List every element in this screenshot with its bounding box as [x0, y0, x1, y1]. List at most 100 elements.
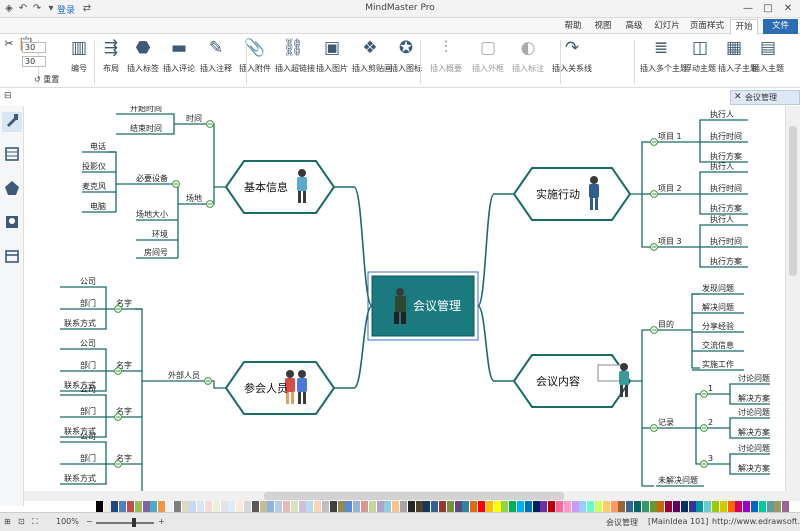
ribbon-button-1[interactable]: ▦ 插入子主题: [718, 37, 758, 85]
palette-swatch[interactable]: [400, 501, 407, 512]
ribbon-button-17[interactable]: ▥ 编号: [64, 37, 94, 85]
tab-0[interactable]: 文件: [763, 19, 798, 34]
palette-swatch[interactable]: [173, 501, 181, 512]
topic-label[interactable]: 部门: [80, 406, 96, 416]
fullscreen-icon[interactable]: ⛶: [32, 517, 38, 527]
topic-label[interactable]: 项目 2: [658, 184, 682, 193]
topic-label[interactable]: 发现问题: [702, 283, 734, 293]
pin-icon[interactable]: ⊟: [4, 91, 12, 101]
topic-label[interactable]: 基本信息: [244, 180, 288, 194]
tab-4[interactable]: 高级: [620, 19, 648, 34]
maximize-button[interactable]: □: [760, 2, 776, 15]
palette-swatch[interactable]: [587, 501, 595, 512]
palette-swatch[interactable]: [407, 501, 415, 512]
palette-swatch[interactable]: [212, 501, 220, 512]
palette-swatch[interactable]: [298, 501, 306, 512]
topic-label[interactable]: 公司: [80, 277, 96, 286]
palette-swatch[interactable]: [329, 501, 337, 512]
palette-swatch[interactable]: [181, 501, 189, 512]
topic-label[interactable]: 会议内容: [536, 374, 580, 388]
topic-label[interactable]: 部门: [80, 298, 96, 308]
palette-swatch[interactable]: [275, 501, 283, 512]
palette-swatch[interactable]: [384, 501, 392, 512]
doc-tab-meeting[interactable]: ✕ 会议管理: [730, 90, 800, 105]
task-panel-icon[interactable]: [2, 248, 22, 268]
zoom-slider-handle[interactable]: [132, 518, 136, 527]
topic-label[interactable]: 房间号: [144, 247, 168, 257]
palette-swatch[interactable]: [158, 501, 166, 512]
palette-swatch[interactable]: [618, 501, 626, 512]
ribbon-button-10[interactable]: ▣ 插入图片: [314, 37, 350, 85]
topic-label[interactable]: 会议管理: [413, 298, 461, 313]
palette-swatch[interactable]: [758, 501, 766, 512]
topic-label[interactable]: 联系方式: [64, 318, 96, 328]
zoom-in-button[interactable]: +: [158, 517, 165, 526]
palette-swatch[interactable]: [735, 501, 743, 512]
topic-label[interactable]: 记录: [658, 418, 674, 427]
topic-label[interactable]: 实施工作: [702, 359, 734, 369]
ribbon-button-7[interactable]: ⫶ 插入概要: [428, 37, 464, 85]
palette-swatch[interactable]: [595, 501, 602, 512]
clipart-panel-icon[interactable]: [2, 180, 22, 200]
ribbon-button-9[interactable]: ❖ 插入剪贴画: [352, 37, 392, 85]
palette-swatch[interactable]: [485, 501, 493, 512]
palette-swatch[interactable]: [142, 501, 150, 512]
palette-swatch[interactable]: [103, 501, 111, 512]
palette-swatch[interactable]: [626, 501, 634, 512]
ribbon-button-5[interactable]: ◐ 插入标注: [510, 37, 546, 85]
palette-swatch[interactable]: [220, 501, 228, 512]
palette-swatch[interactable]: [774, 501, 782, 512]
palette-swatch[interactable]: [361, 501, 368, 512]
topic-label[interactable]: 讨论问题: [738, 443, 770, 453]
palette-swatch[interactable]: [392, 501, 400, 512]
palette-swatch[interactable]: [493, 501, 501, 512]
palette-swatch[interactable]: [345, 501, 353, 512]
horizontal-spacing-input[interactable]: 30: [22, 42, 46, 53]
palette-swatch[interactable]: [563, 501, 571, 512]
topic-label[interactable]: 目的: [658, 319, 674, 329]
palette-swatch[interactable]: [704, 501, 712, 512]
palette-swatch[interactable]: [368, 501, 376, 512]
palette-swatch[interactable]: [524, 501, 532, 512]
topic-label[interactable]: 场地大小: [136, 209, 168, 219]
palette-swatch[interactable]: [571, 501, 579, 512]
palette-swatch[interactable]: [306, 501, 314, 512]
palette-swatch[interactable]: [727, 501, 735, 512]
ribbon-button-13[interactable]: ✎ 插入注释: [198, 37, 234, 85]
ribbon-button-11[interactable]: ⛓ 插入超链接: [275, 37, 315, 85]
page-view-icon[interactable]: ⊞: [4, 517, 11, 526]
ribbon-button-4[interactable]: ↷ 插入关系线: [552, 37, 592, 85]
topic-label[interactable]: 环境: [152, 229, 168, 239]
topic-label[interactable]: 参会人员: [244, 381, 288, 395]
mindmap-canvas[interactable]: 会议管理 基本信息 参会人员 实施行动 会议内容 时间 开始时间 结束时间 场地 必要设备 电话 投影…: [24, 106, 784, 491]
palette-swatch[interactable]: [712, 501, 719, 512]
status-url[interactable]: http://www.edrawsoft.cn: [712, 517, 800, 526]
topic-label[interactable]: 分享经验: [702, 321, 734, 331]
palette-swatch[interactable]: [166, 501, 173, 512]
palette-swatch[interactable]: [540, 501, 548, 512]
tab-6[interactable]: 帮助: [560, 19, 586, 34]
palette-swatch[interactable]: [719, 501, 727, 512]
ribbon-button-3[interactable]: ≣ 插入多个主题: [640, 37, 688, 85]
topic-label[interactable]: 公司: [80, 385, 96, 394]
ribbon-button-8[interactable]: ✪ 插入图标: [388, 37, 424, 85]
palette-swatch[interactable]: [290, 501, 298, 512]
outline-panel-icon[interactable]: [2, 146, 22, 166]
palette-swatch[interactable]: [517, 501, 524, 512]
horizontal-scrollbar[interactable]: [24, 491, 800, 501]
horizontal-scroll-thumb[interactable]: [264, 492, 564, 500]
topic-label[interactable]: 解决方案: [738, 393, 770, 403]
topic-label[interactable]: 执行时间: [710, 131, 742, 141]
palette-swatch[interactable]: [337, 501, 345, 512]
palette-swatch[interactable]: [127, 501, 134, 512]
palette-swatch[interactable]: [657, 501, 665, 512]
topic-label[interactable]: 1: [708, 384, 713, 393]
topic-label[interactable]: 执行方案: [710, 203, 742, 213]
topic-label[interactable]: 必要设备: [136, 173, 168, 183]
zoom-slider[interactable]: [96, 522, 154, 524]
topic-label[interactable]: 麦克风: [82, 181, 106, 191]
palette-swatch[interactable]: [470, 501, 478, 512]
palette-swatch[interactable]: [751, 501, 758, 512]
topic-label[interactable]: 执行方案: [710, 256, 742, 266]
palette-swatch[interactable]: [150, 501, 158, 512]
